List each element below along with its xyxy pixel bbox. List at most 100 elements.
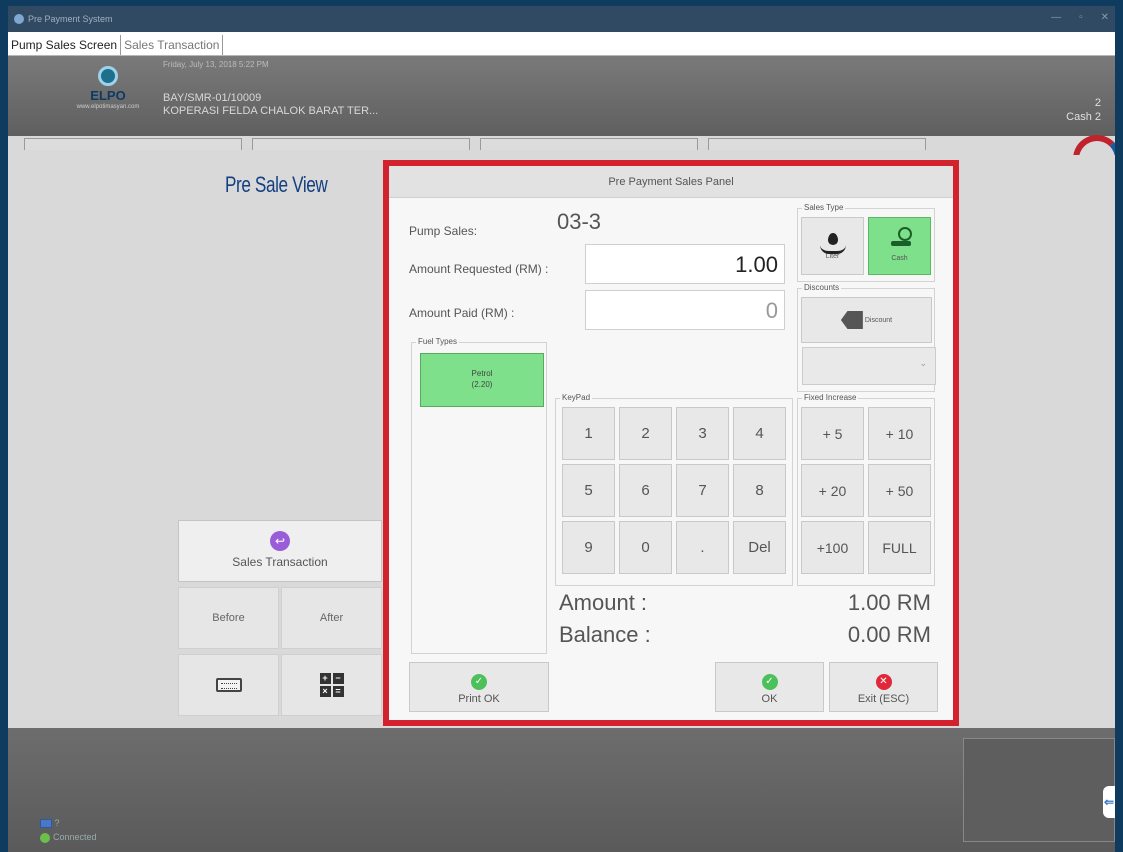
pump-dropdown[interactable] xyxy=(252,138,470,150)
exit-label: Exit (ESC) xyxy=(857,692,910,705)
return-arrow-icon: ↩ xyxy=(270,531,290,551)
sales-type-title: Sales Type xyxy=(802,203,846,212)
print-ok-button[interactable]: ✓ Print OK xyxy=(409,662,549,712)
ok-label: OK xyxy=(761,692,778,705)
sales-type-group: Sales Type Liter Cash xyxy=(797,203,935,282)
amount-paid-input[interactable]: 0 xyxy=(585,290,785,330)
amount-summary-value: 1.00 RM xyxy=(847,590,931,615)
pump-dropdown[interactable] xyxy=(708,138,926,150)
liter-label: Liter xyxy=(825,252,840,260)
fixed-plus-100[interactable]: +100 xyxy=(801,521,864,574)
header-right-info: 2 Cash 2 xyxy=(1066,96,1101,124)
keyboard-button[interactable] xyxy=(178,654,279,716)
side-panel: ↩ Sales Transaction Before After + − × = xyxy=(178,520,382,716)
status-area: ? Connected xyxy=(40,816,97,844)
header-datetime: Friday, July 13, 2018 5:22 PM xyxy=(163,60,269,69)
balance-summary-value: 0.00 RM xyxy=(847,622,931,647)
cash-label: Cash xyxy=(891,254,908,262)
pump-dropdown[interactable] xyxy=(24,138,242,150)
fuel-types-title: Fuel Types xyxy=(416,337,459,346)
key-9[interactable]: 9 xyxy=(562,521,615,574)
connection-status: Connected xyxy=(53,832,97,842)
amount-requested-input[interactable]: 1.00 xyxy=(585,244,785,284)
fixed-plus-5[interactable]: + 5 xyxy=(801,407,864,460)
title-bar: Pre Payment System — ▫ ✕ xyxy=(8,6,1115,32)
fuel-types-group: Fuel Types Petrol (2.20) xyxy=(411,337,547,654)
logo-icon xyxy=(98,66,118,86)
header-right-cash: Cash 2 xyxy=(1066,111,1101,123)
panel-title: Pre Payment Sales Panel xyxy=(389,166,953,198)
pump-dropdown[interactable] xyxy=(480,138,698,150)
key-1[interactable]: 1 xyxy=(562,407,615,460)
fixed-plus-10[interactable]: + 10 xyxy=(868,407,931,460)
key-del[interactable]: Del xyxy=(733,521,786,574)
fixed-plus-20[interactable]: + 20 xyxy=(801,464,864,517)
app-icon xyxy=(14,14,24,24)
before-button[interactable]: Before xyxy=(178,587,279,649)
fuel-price: (2.20) xyxy=(471,380,493,389)
keypad-title: KeyPad xyxy=(560,393,593,402)
fuel-type-petrol-button[interactable]: Petrol (2.20) xyxy=(420,353,544,407)
discounts-title: Discounts xyxy=(802,283,842,292)
pre-sale-view-annotation: Pre Sale View xyxy=(225,172,328,197)
key-dot[interactable]: . xyxy=(676,521,729,574)
pre-payment-sales-panel: Pre Payment Sales Panel Pump Sales: 03-3… xyxy=(383,160,959,726)
sales-transaction-label: Sales Transaction xyxy=(232,555,328,569)
monitor-count: ? xyxy=(54,818,60,828)
fixed-increase-title: Fixed Increase xyxy=(802,393,859,402)
key-3[interactable]: 3 xyxy=(676,407,729,460)
print-ok-label: Print OK xyxy=(458,692,500,705)
logo: ELPO www.elpotimasyan.com xyxy=(63,66,153,110)
header-right-count: 2 xyxy=(1094,97,1101,109)
after-button[interactable]: After xyxy=(281,587,382,649)
calculator-button[interactable]: + − × = xyxy=(281,654,382,716)
close-x-icon: ✕ xyxy=(875,673,892,690)
before-label: Before xyxy=(212,612,245,624)
liter-button[interactable]: Liter xyxy=(801,217,864,275)
fixed-plus-50[interactable]: + 50 xyxy=(868,464,931,517)
tab-pump-sales-screen[interactable]: Pump Sales Screen xyxy=(8,35,122,55)
ok-button[interactable]: ✓ OK xyxy=(715,662,824,712)
fixed-increase-group: Fixed Increase + 5 + 10 + 20 + 50 +100 F… xyxy=(797,393,935,586)
key-7[interactable]: 7 xyxy=(676,464,729,517)
connection-status-icon xyxy=(40,832,50,843)
window-controls: — ▫ ✕ xyxy=(1051,12,1109,23)
after-label: After xyxy=(319,612,344,624)
side-tab-icon[interactable]: ⇐ xyxy=(1103,786,1115,818)
balance-summary-label: Balance : xyxy=(559,622,651,647)
close-button[interactable]: ✕ xyxy=(1101,12,1109,23)
tab-strip: Pump Sales Screen Sales Transaction xyxy=(8,32,1115,56)
check-icon: ✓ xyxy=(761,673,778,690)
amount-requested-label: Amount Requested (RM) : xyxy=(409,262,549,276)
fixed-full[interactable]: FULL xyxy=(868,521,931,574)
header: ELPO www.elpotimasyan.com Friday, July 1… xyxy=(8,56,1115,136)
cash-button[interactable]: Cash xyxy=(868,217,931,275)
exit-button[interactable]: ✕ Exit (ESC) xyxy=(829,662,938,712)
station-name: KOPERASI FELDA CHALOK BARAT TER... xyxy=(163,105,379,117)
cash-hand-icon xyxy=(890,226,912,246)
key-5[interactable]: 5 xyxy=(562,464,615,517)
key-2[interactable]: 2 xyxy=(619,407,672,460)
pump-dropdown-row xyxy=(24,138,926,150)
station-code: BAY/SMR-01/10009 xyxy=(163,92,262,104)
discount-tag-icon xyxy=(840,311,863,329)
key-0[interactable]: 0 xyxy=(619,521,672,574)
fuel-drop-icon xyxy=(819,232,846,254)
key-4[interactable]: 4 xyxy=(733,407,786,460)
pump-sales-label: Pump Sales: xyxy=(409,224,478,238)
minimize-button[interactable]: — xyxy=(1051,12,1061,23)
key-6[interactable]: 6 xyxy=(619,464,672,517)
key-8[interactable]: 8 xyxy=(733,464,786,517)
sales-transaction-button[interactable]: ↩ Sales Transaction xyxy=(178,520,382,582)
window-title: Pre Payment System xyxy=(28,14,113,24)
tab-sales-transaction[interactable]: Sales Transaction xyxy=(121,35,224,55)
discount-button[interactable]: Discount xyxy=(801,297,932,343)
calculator-icon: + − × = xyxy=(319,673,344,697)
logo-url: www.elpotimasyan.com xyxy=(76,104,140,110)
discount-select[interactable] xyxy=(802,347,936,385)
keypad-group: KeyPad 1 2 3 4 5 6 7 8 9 0 . Del xyxy=(555,393,793,586)
bottom-info-box xyxy=(963,738,1115,842)
bottom-bar: ⇐ ? Connected xyxy=(8,728,1115,852)
logo-text: ELPO xyxy=(90,88,126,103)
maximize-button[interactable]: ▫ xyxy=(1079,12,1083,23)
